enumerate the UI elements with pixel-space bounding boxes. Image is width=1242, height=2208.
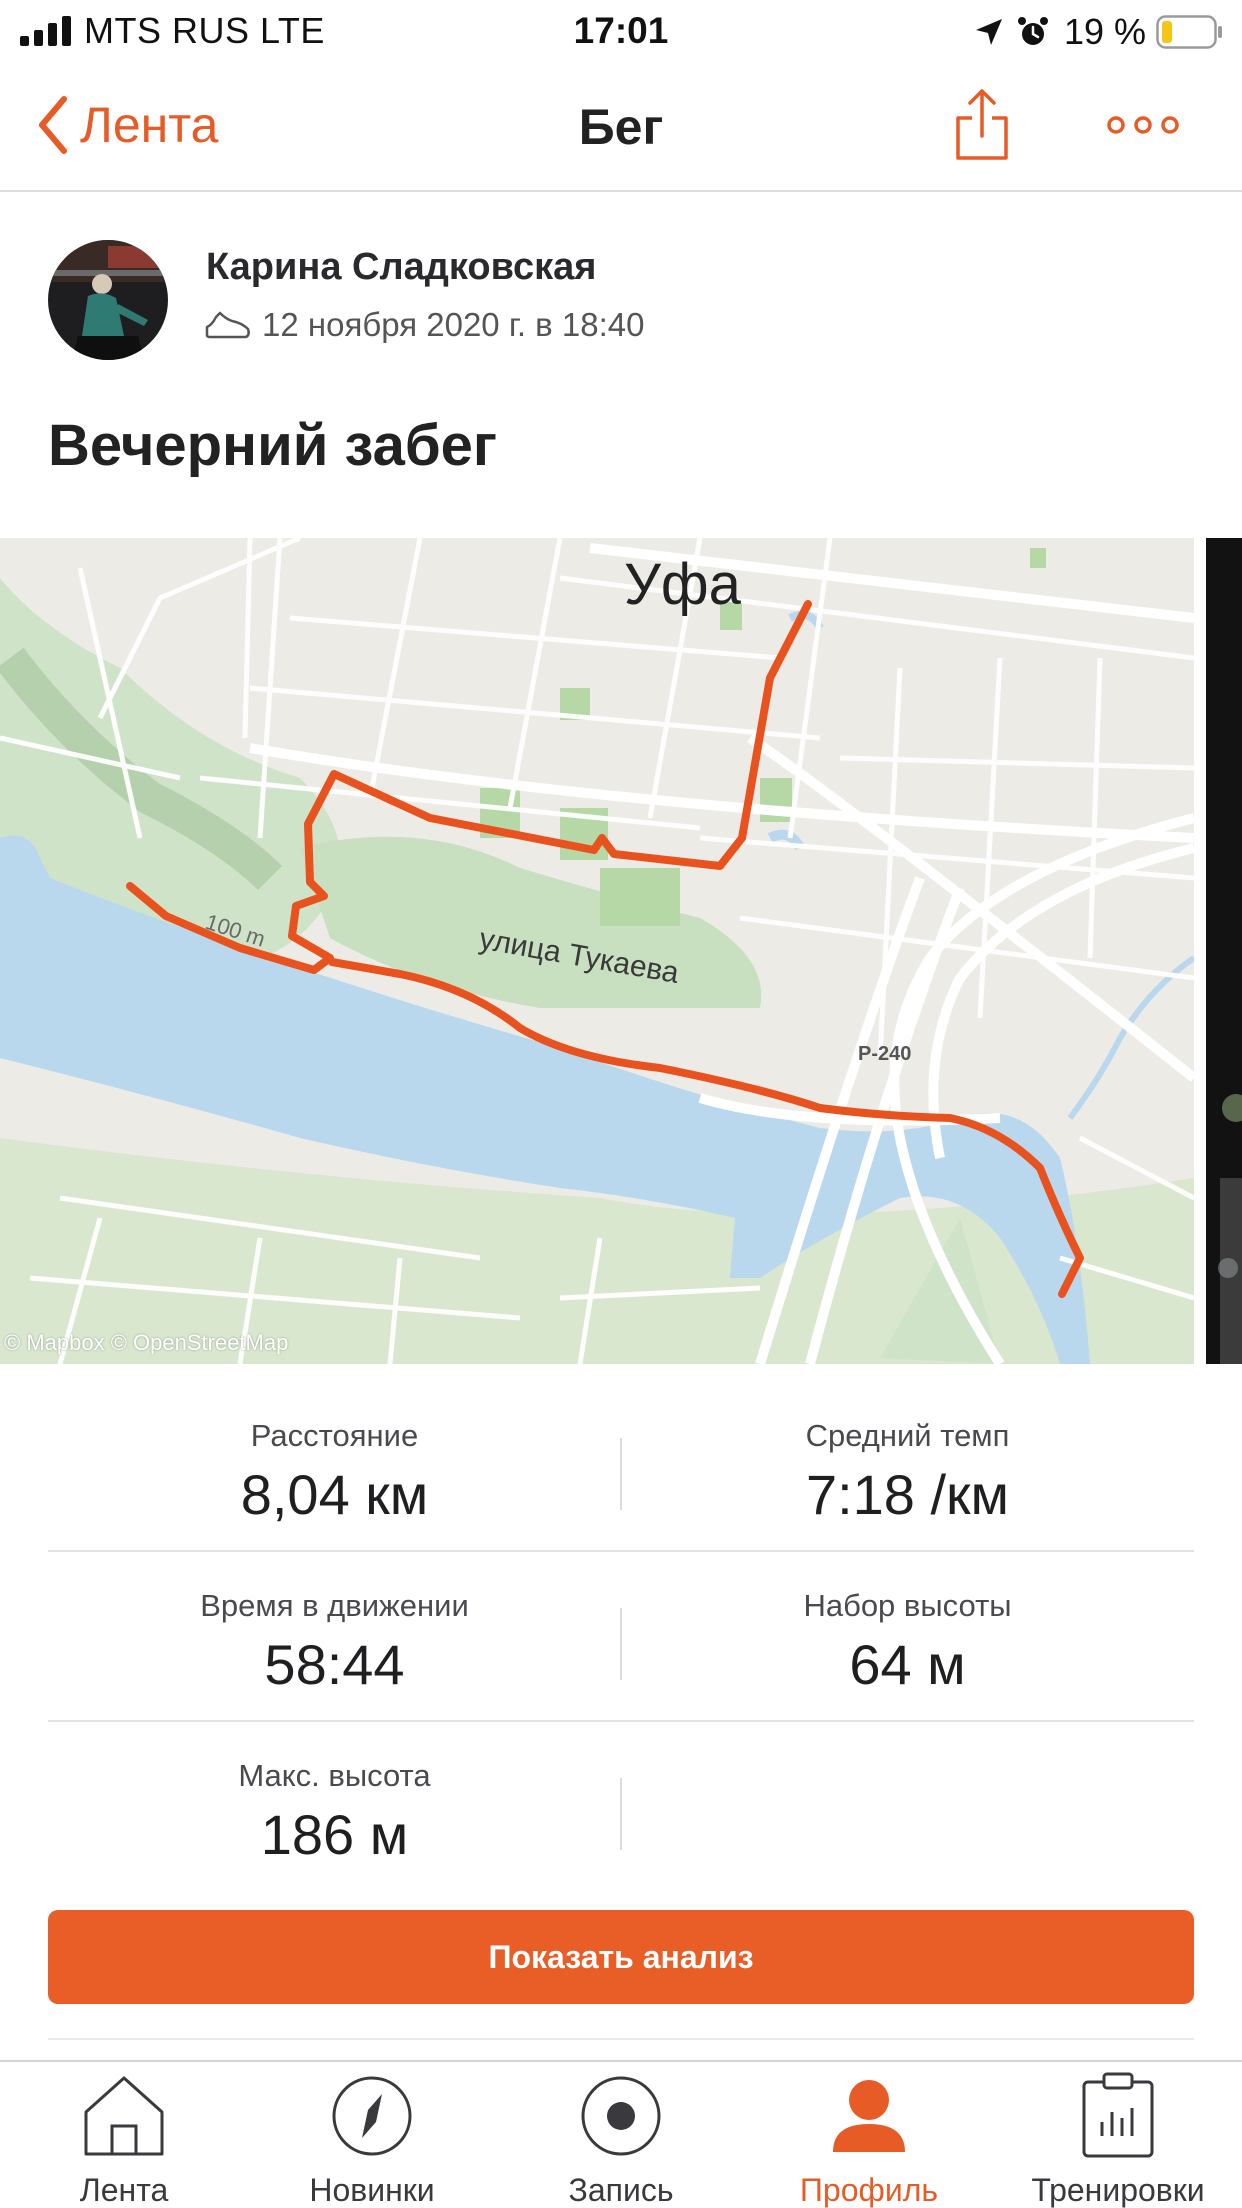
stat-value: 64 м [849,1633,966,1696]
stats-grid: Расстояние 8,04 км Средний темп 7:18 /км… [48,1382,1194,1892]
tab-feed[interactable]: Лента [0,2072,248,2208]
navigation-bar: Лента Бег [0,62,1242,192]
alarm-clock-icon [1017,17,1048,45]
share-icon[interactable] [952,88,1012,162]
stat-elevation-gain: Набор высоты 64 м [621,1552,1194,1722]
athlete-header: Карина Сладковская 12 ноября 2020 г. в 1… [48,240,1198,362]
photo-peek[interactable] [1206,538,1242,1364]
stat-max-elevation: Макс. высота 186 м [48,1722,621,1892]
profile-icon [833,2080,905,2152]
stat-moving-time: Время в движении 58:44 [48,1552,621,1722]
activity-meta: 12 ноября 2020 г. в 18:40 [204,306,644,344]
stat-label: Средний темп [805,1418,1010,1453]
route-map[interactable]: Р-240 улица Тукаева 100 m Уфа © Mapbox ©… [0,538,1194,1364]
stats-row: Время в движении 58:44 Набор высоты 64 м [48,1552,1194,1722]
more-dots-icon[interactable] [1106,108,1180,142]
tab-profile[interactable]: Профиль [745,2072,993,2208]
stat-value: 7:18 /км [805,1463,1010,1526]
status-right: 19 % [974,10,1224,54]
battery-level [1162,21,1172,43]
athlete-name[interactable]: Карина Сладковская [206,246,596,289]
tab-training[interactable]: Тренировки [994,2072,1242,2208]
stats-row: Макс. высота 186 м [48,1722,1194,1892]
shoe-icon [205,311,250,339]
stat-divider [620,1778,622,1850]
battery-icon [1156,15,1222,49]
tab-label: Новинки [309,2172,435,2208]
map-canvas: Р-240 улица Тукаева 100 m Уфа [0,538,1194,1364]
stat-value: 8,04 км [240,1463,429,1526]
stat-value: 186 м [260,1803,409,1866]
city-label: Уфа [624,552,742,617]
road-label: Р-240 [858,1043,911,1065]
stat-label: Расстояние [250,1418,419,1453]
record-icon [581,2076,661,2156]
stat-label: Набор высоты [803,1588,1012,1623]
stat-value: 58:44 [264,1633,405,1696]
avatar-image [48,240,168,360]
photo-thumbnail [1206,538,1242,1364]
clipboard-chart-icon [1082,2072,1154,2158]
stat-label: Время в движении [200,1588,469,1623]
page-title: Бег [578,99,664,155]
compass-icon [332,2076,412,2156]
status-bar: MTS RUS LTE 17:01 19 % [0,0,1242,62]
stat-label: Макс. высота [238,1758,431,1793]
tab-explore[interactable]: Новинки [248,2072,496,2208]
stat-distance: Расстояние 8,04 км [48,1382,621,1552]
tab-record[interactable]: Запись [497,2072,745,2208]
map-credit: © Mapbox © OpenStreetMap [4,1330,289,1355]
show-analysis-button[interactable]: Показать анализ [48,1910,1194,2004]
avatar[interactable] [48,240,168,360]
activity-date: 12 ноября 2020 г. в 18:40 [262,306,645,343]
stats-row: Расстояние 8,04 км Средний темп 7:18 /км [48,1382,1194,1552]
tab-label: Лента [79,2172,169,2208]
tab-bar: Лента Новинки Запись Профиль Тренировки [0,2060,1242,2208]
location-arrow-icon [975,19,1002,45]
stat-avg-pace: Средний темп 7:18 /км [621,1382,1194,1552]
divider [48,2038,1194,2040]
activity-title[interactable]: Вечерний забег [48,412,497,479]
battery-percent: 19 % [1063,11,1146,52]
tab-label: Профиль [799,2172,939,2208]
home-icon [84,2076,164,2156]
tab-label: Запись [568,2172,674,2208]
tab-label: Тренировки [1031,2172,1205,2208]
